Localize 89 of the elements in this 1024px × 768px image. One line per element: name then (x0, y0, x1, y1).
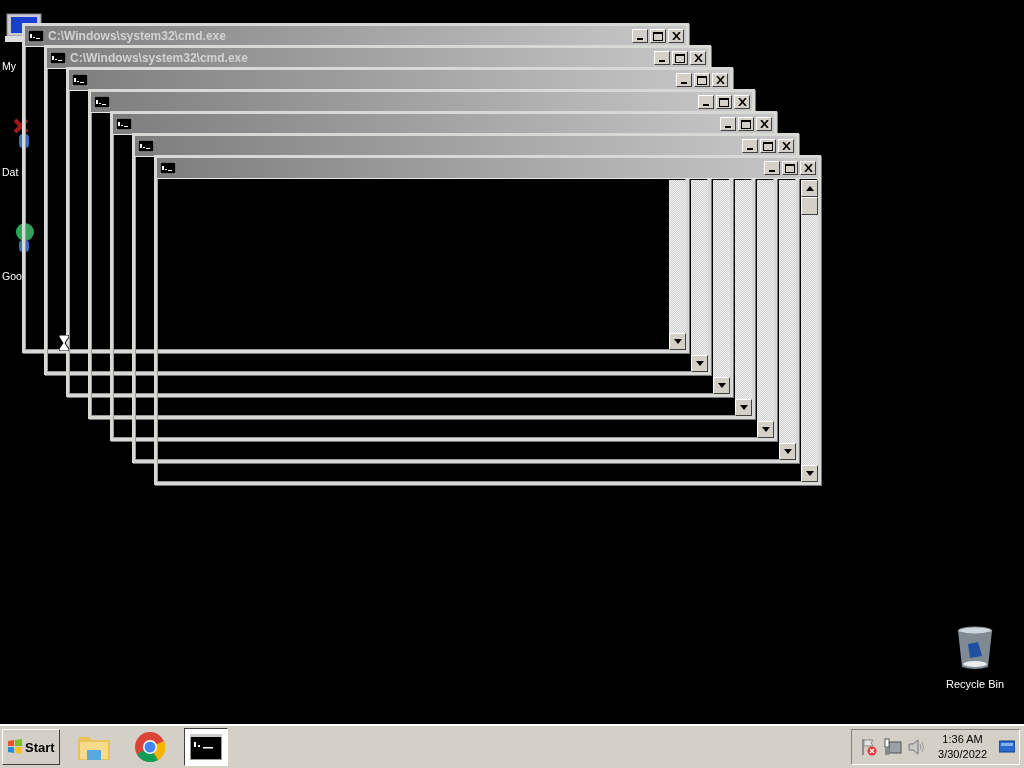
minimize-button[interactable] (742, 139, 758, 153)
maximize-button[interactable] (650, 29, 666, 43)
trash-bin-icon[interactable] (956, 626, 994, 670)
close-button[interactable] (690, 51, 706, 65)
down-arrow-icon (805, 471, 814, 476)
console-icon (28, 30, 44, 42)
icon-label[interactable]: Recycle Bin (945, 678, 1005, 690)
title-bar[interactable] (69, 70, 730, 91)
console-icon (138, 140, 154, 152)
console-icon (94, 96, 110, 108)
taskbar-console-button[interactable] (183, 728, 228, 766)
network-icon[interactable] (884, 738, 903, 756)
maximize-icon (763, 141, 773, 151)
console-icon (50, 52, 66, 64)
show-desktop-icon[interactable] (999, 740, 1015, 754)
maximize-icon (785, 163, 795, 173)
scroll-down-button[interactable] (757, 421, 774, 438)
close-button[interactable] (800, 161, 816, 175)
down-arrow-icon (695, 361, 704, 366)
minimize-button[interactable] (720, 117, 736, 131)
close-button[interactable] (756, 117, 772, 131)
down-arrow-icon (717, 383, 726, 388)
close-button[interactable] (734, 95, 750, 109)
icon-label[interactable]: My (2, 60, 16, 72)
start-button[interactable]: Start (2, 729, 60, 765)
scrollbar[interactable] (735, 180, 752, 416)
console-icon (72, 74, 88, 86)
maximize-icon (697, 75, 707, 85)
title-bar[interactable] (113, 114, 774, 135)
close-icon (715, 76, 725, 84)
icon-label[interactable]: Dat (2, 166, 19, 178)
console-icon (189, 734, 222, 760)
down-arrow-icon (739, 405, 748, 410)
close-button[interactable] (712, 73, 728, 87)
close-icon (803, 164, 813, 172)
window-title: C:\Windows\system32\cmd.exe (70, 51, 248, 65)
console-icon (160, 162, 176, 174)
scrollbar[interactable] (669, 180, 686, 350)
minimize-button[interactable] (698, 95, 714, 109)
maximize-button[interactable] (760, 139, 776, 153)
close-icon (737, 98, 747, 106)
up-arrow-icon (805, 186, 814, 191)
console-icon (116, 118, 132, 130)
minimize-button[interactable] (764, 161, 780, 175)
scroll-down-button[interactable] (669, 333, 686, 350)
minimize-button[interactable] (632, 29, 648, 43)
scroll-down-button[interactable] (779, 443, 796, 460)
icon-label[interactable]: Goo (2, 270, 22, 282)
down-arrow-icon (783, 449, 792, 454)
scroll-up-button[interactable] (801, 180, 818, 197)
scroll-down-button[interactable] (691, 355, 708, 372)
maximize-icon (653, 31, 663, 41)
close-icon (693, 54, 703, 62)
clock-time[interactable]: 1:36 AM (942, 732, 983, 747)
windows-logo-icon (7, 739, 23, 755)
minimize-button[interactable] (654, 51, 670, 65)
browser-icon (133, 731, 166, 763)
close-icon (759, 120, 769, 128)
minimize-button[interactable] (676, 73, 692, 87)
flag-warning-icon[interactable] (860, 738, 879, 756)
maximize-button[interactable] (672, 51, 688, 65)
maximize-button[interactable] (716, 95, 732, 109)
title-bar[interactable] (135, 136, 796, 157)
maximize-icon (675, 53, 685, 63)
down-arrow-icon (761, 427, 770, 432)
scrollbar[interactable] (801, 180, 818, 482)
close-button[interactable] (668, 29, 684, 43)
down-arrow-icon (673, 339, 682, 344)
maximize-button[interactable] (782, 161, 798, 175)
window-title: C:\Windows\system32\cmd.exe (48, 29, 226, 43)
scrollbar[interactable] (757, 180, 774, 438)
maximize-icon (741, 119, 751, 129)
scroll-thumb[interactable] (801, 197, 818, 215)
maximize-icon (719, 97, 729, 107)
clock-date[interactable]: 3/30/2022 (938, 747, 987, 762)
scroll-down-button[interactable] (713, 377, 730, 394)
scroll-down-button[interactable] (735, 399, 752, 416)
close-button[interactable] (778, 139, 794, 153)
maximize-button[interactable] (738, 117, 754, 131)
close-icon (781, 142, 791, 150)
scrollbar[interactable] (779, 180, 796, 460)
close-icon (671, 32, 681, 40)
hourglass-cursor-icon (59, 335, 69, 351)
maximize-button[interactable] (694, 73, 710, 87)
scrollbar[interactable] (713, 180, 730, 394)
title-bar[interactable] (157, 158, 818, 179)
title-bar[interactable] (91, 92, 752, 113)
scroll-down-button[interactable] (801, 465, 818, 482)
scrollbar[interactable] (691, 180, 708, 372)
